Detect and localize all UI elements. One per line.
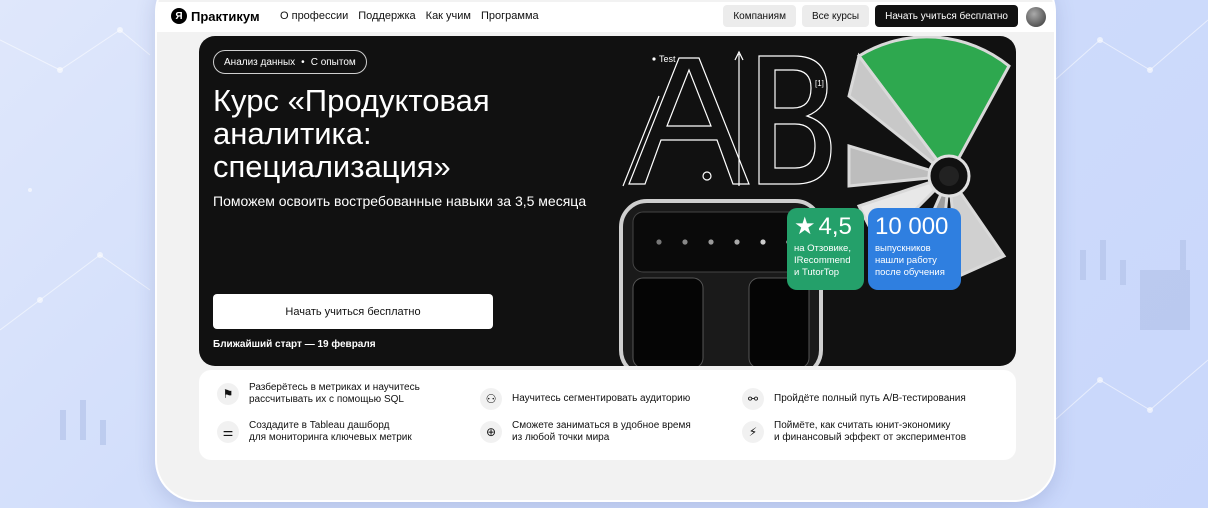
nav-item-how-we-teach[interactable]: Как учим — [426, 10, 471, 22]
companies-button[interactable]: Компаниям — [723, 5, 796, 27]
feature-text-1: Пройдёте полный путь A/B-тестирования — [774, 393, 966, 404]
rating-line-1: на Отзовике, — [794, 243, 851, 254]
ab-test-illustration: Test [1] — [619, 36, 1011, 366]
star-icon: ★ — [794, 213, 816, 240]
feature-text-2: и финансовый эффект от экспериментов — [774, 432, 967, 443]
feature-item: ⚇ Научитесь сегментировать аудиторию — [480, 388, 690, 410]
browser-window: Я Практикум О профессии Поддержка Как уч… — [155, 0, 1056, 502]
tag-experienced: С опытом — [310, 56, 356, 68]
tag-separator-icon: • — [301, 56, 305, 68]
avatar[interactable] — [1026, 7, 1046, 27]
feature-item: ⚡ Поймёте, как считать юнит-экономику и ф… — [742, 420, 966, 444]
feature-text-1: Сможете заниматься в удобное время — [512, 420, 691, 431]
feature-item: ⊕ Сможете заниматься в удобное время из л… — [480, 420, 691, 444]
start-free-button[interactable]: Начать учиться бесплатно — [213, 294, 493, 329]
graduates-line-1: выпускников — [875, 243, 931, 254]
flag-icon: ⚑ — [217, 383, 239, 405]
graduates-value: 10 000 — [875, 213, 949, 240]
rating-line-3: и TutorTop — [794, 267, 840, 278]
nav-item-support[interactable]: Поддержка — [358, 10, 415, 22]
link-icon: ⚯ — [742, 388, 764, 410]
add-user-icon: ⚇ — [480, 388, 502, 410]
feature-text-2: рассчитывать их с помощью SQL — [249, 394, 404, 405]
sliders-icon: ⚌ — [217, 421, 239, 443]
course-tags: Анализ данных • С опытом — [213, 50, 367, 74]
rating-badge[interactable]: ★ 4,5 на Отзовике, IRecommend и TutorTop — [787, 208, 864, 290]
nav-item-program[interactable]: Программа — [481, 10, 539, 22]
test-label: Test — [659, 54, 676, 64]
all-courses-button[interactable]: Все курсы — [801, 5, 870, 27]
page-title: Курс «Продуктовая аналитика: специализац… — [213, 83, 490, 184]
feature-item: ⚯ Пройдёте полный путь A/B-тестирования — [742, 388, 966, 410]
main-nav: О профессии Поддержка Как учим Программа — [280, 10, 539, 22]
feature-text-1: Поймёте, как считать юнит-экономику — [774, 420, 951, 431]
start-date: Ближайший старт — 19 февраля — [213, 339, 376, 350]
start-free-header-button[interactable]: Начать учиться бесплатно — [875, 5, 1018, 27]
rating-value: 4,5 — [818, 213, 852, 240]
header-actions: Компаниям Все курсы Начать учиться беспл… — [723, 5, 1018, 27]
rating-line-2: IRecommend — [794, 255, 851, 266]
globe-icon: ⊕ — [480, 421, 502, 443]
feature-item: ⚑ Разберётесь в метриках и научитесь расс… — [217, 382, 420, 406]
nav-item-about[interactable]: О профессии — [280, 10, 348, 22]
footnote-label: [1] — [815, 79, 824, 88]
feature-text-2: из любой точки мира — [512, 432, 610, 443]
feature-text-2: для мониторинга ключевых метрик — [249, 432, 412, 443]
practicum-logo-icon: Я — [171, 8, 187, 24]
graduates-line-2: нашли работу — [875, 255, 937, 266]
feature-item: ⚌ Создадите в Tableau дашборд для монитор… — [217, 420, 412, 444]
top-navigation-bar: Я Практикум О профессии Поддержка Как уч… — [157, 2, 1054, 32]
logo-text: Практикум — [191, 8, 260, 24]
logo[interactable]: Я Практикум — [171, 8, 260, 24]
feature-text-1: Создадите в Tableau дашборд — [249, 420, 390, 431]
hero-banner: Анализ данных • С опытом Курс «Продуктов… — [199, 36, 1016, 366]
graduates-line-3: после обучения — [875, 267, 945, 278]
tag-data-analysis: Анализ данных — [224, 56, 296, 68]
features-panel: ⚑ Разберётесь в метриках и научитесь расс… — [199, 370, 1016, 460]
hero-subtitle: Поможем освоить востребованные навыки за… — [213, 193, 587, 209]
lightning-icon: ⚡ — [742, 421, 764, 443]
feature-text-1: Разберётесь в метриках и научитесь — [249, 382, 420, 393]
graduates-badge[interactable]: 10 000 выпускников нашли работу после об… — [868, 208, 961, 290]
feature-text-1: Научитесь сегментировать аудиторию — [512, 393, 691, 404]
